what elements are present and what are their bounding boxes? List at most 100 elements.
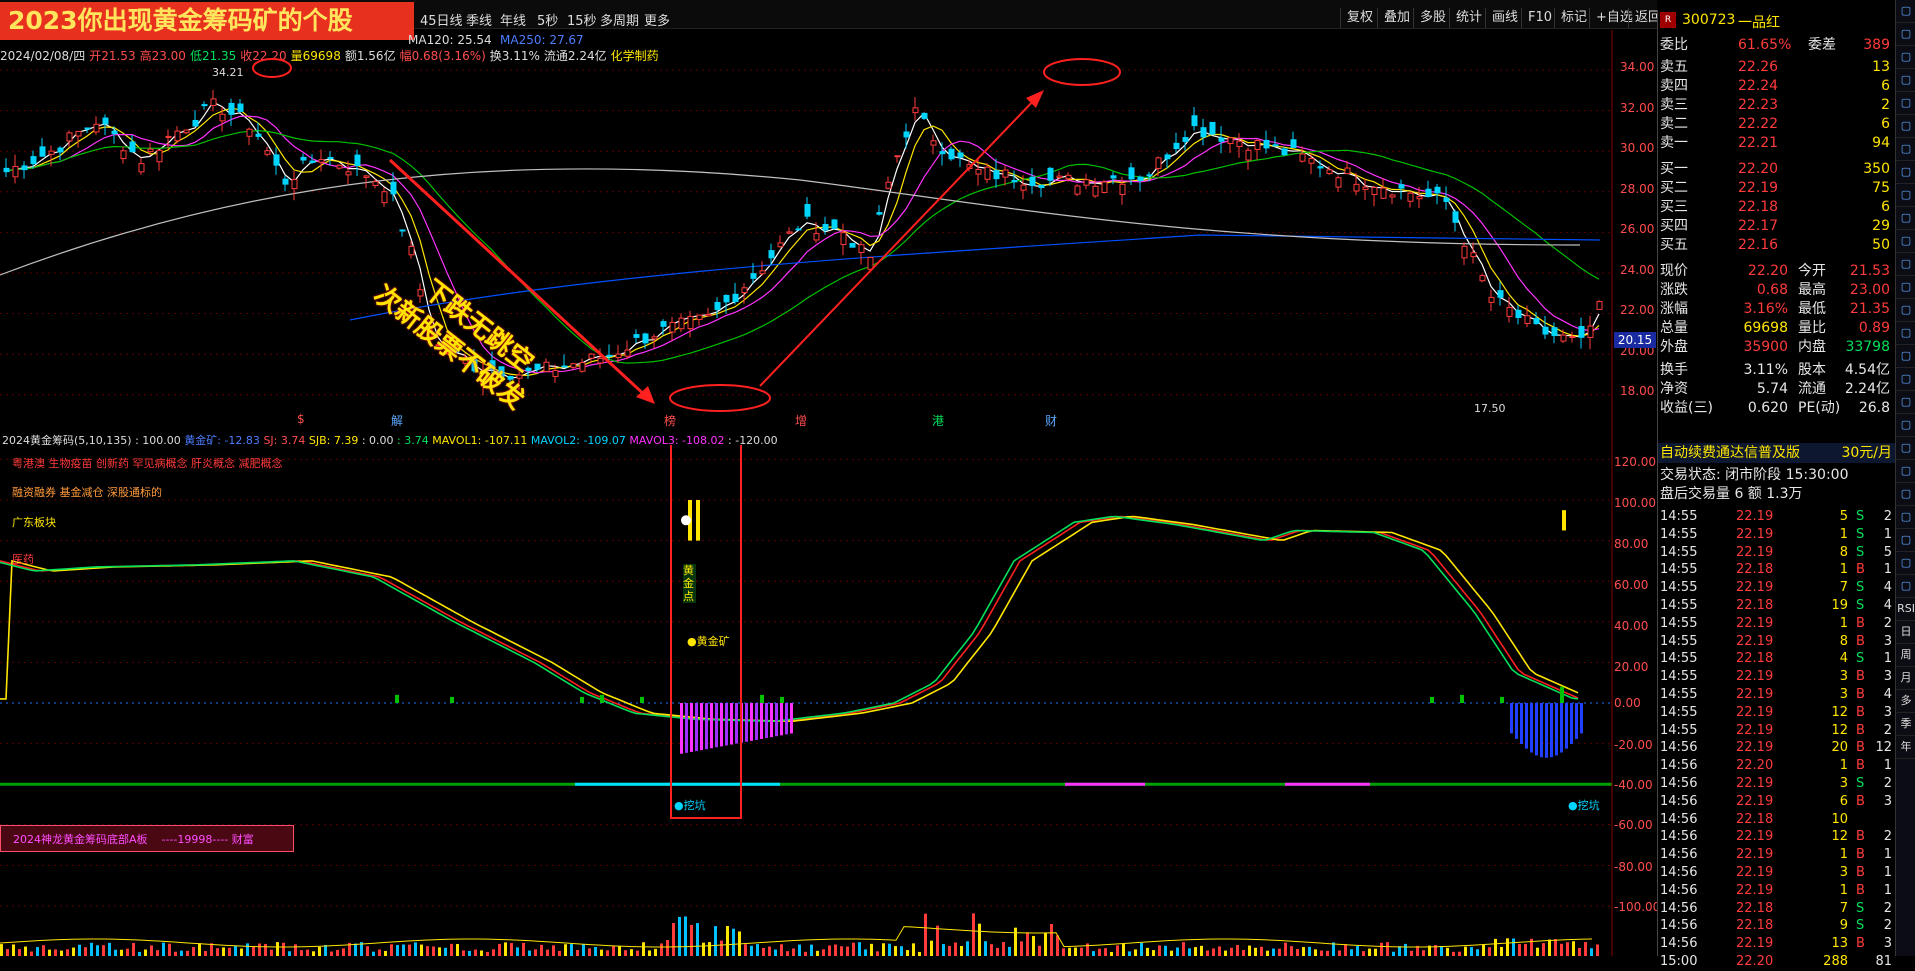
tool-icon[interactable]: ▢	[1896, 299, 1915, 322]
tool-icon[interactable]: ▢	[1896, 0, 1915, 23]
side-tool-3[interactable]: 月	[1896, 667, 1915, 690]
tool-icon[interactable]: ▢	[1896, 345, 1915, 368]
candle-body	[1002, 169, 1009, 178]
ask-4-row[interactable]: 卖四 22.24 6	[1658, 77, 1896, 95]
tool-icon[interactable]: ▢	[1896, 207, 1915, 230]
volume-bar	[198, 943, 201, 956]
volume-bar	[192, 947, 195, 956]
side-tool-2[interactable]: 周	[1896, 644, 1915, 667]
tool-icon[interactable]: ▢	[1896, 575, 1915, 598]
ask-1-volume: 94	[1872, 135, 1890, 151]
tool-icon[interactable]: ▢	[1896, 391, 1915, 414]
tick-count: 1	[1883, 758, 1892, 774]
tool-icon[interactable]: ▢	[1896, 552, 1915, 575]
candle-body	[723, 294, 730, 303]
quote-row: 现价 22.20 今开 21.53	[1658, 262, 1896, 280]
volume-bar	[0, 944, 3, 956]
tool-icon[interactable]: ▢	[1896, 69, 1915, 92]
ask-3-row[interactable]: 卖三 22.23 2	[1658, 96, 1896, 114]
tool-icon[interactable]: ▢	[1896, 115, 1915, 138]
tool-icon[interactable]: ▢	[1896, 184, 1915, 207]
gold-point-label: 黄金点	[683, 564, 696, 603]
event-marker-hk[interactable]: 港	[932, 412, 944, 429]
tool-icon[interactable]: ▢	[1896, 23, 1915, 46]
tick-price: 22.18	[1736, 918, 1774, 934]
side-tool-1[interactable]: 日	[1896, 621, 1915, 644]
tool-icon[interactable]: ▢	[1896, 138, 1915, 161]
ind-label-20: 20.00	[1614, 660, 1649, 674]
volume-bar	[150, 945, 153, 956]
volume-bar	[1296, 948, 1299, 956]
multi-stock-button[interactable]: 多股	[1413, 8, 1452, 28]
tick-row: 14:56 22.19 20 B 12	[1658, 739, 1896, 757]
bid-4-row[interactable]: 买四 22.17 29	[1658, 217, 1896, 235]
tool-icon[interactable]: ▢	[1896, 368, 1915, 391]
candle-body	[1479, 275, 1486, 282]
volume-bar	[1350, 949, 1353, 956]
tool-icon[interactable]: ▢	[1896, 322, 1915, 345]
period-5s[interactable]: 5秒	[537, 10, 558, 29]
tool-icon[interactable]: ▢	[1896, 506, 1915, 529]
period-45day[interactable]: 45日线	[420, 10, 463, 29]
tool-icon[interactable]: ▢	[1896, 483, 1915, 506]
tool-icon[interactable]: ▢	[1896, 92, 1915, 115]
f10-button[interactable]: F10	[1521, 8, 1558, 28]
price-label-28: 28.00	[1620, 182, 1655, 196]
side-tool-0[interactable]: RSI	[1896, 598, 1915, 621]
volume-bar	[708, 942, 711, 956]
volume-bar	[552, 945, 555, 956]
kline-chart[interactable]	[0, 30, 1657, 460]
ask-5-row[interactable]: 卖五 22.26 13	[1658, 58, 1896, 76]
fuquan-button[interactable]: 复权	[1340, 8, 1379, 28]
volume-bar	[216, 948, 219, 956]
period-15s[interactable]: 15秒	[567, 10, 597, 29]
tool-icon[interactable]: ▢	[1896, 437, 1915, 460]
draw-line-button[interactable]: 画线	[1485, 8, 1524, 28]
event-marker-unlock[interactable]: 解	[391, 412, 403, 429]
event-marker-finance[interactable]: 财	[1045, 412, 1057, 429]
volume-bar	[432, 946, 435, 956]
mark-button[interactable]: 标记	[1554, 8, 1593, 28]
candle-body	[813, 233, 820, 241]
tick-time: 14:56	[1660, 847, 1698, 863]
tick-row: 14:55 22.19 8 B 3	[1658, 633, 1896, 651]
event-marker-list[interactable]: 榜	[664, 412, 676, 429]
indicator-bar	[695, 703, 698, 751]
tick-count: 1	[1883, 526, 1892, 542]
tool-icon[interactable]: ▢	[1896, 46, 1915, 69]
side-tool-6[interactable]: 年	[1896, 736, 1915, 759]
period-quarter[interactable]: 季线	[466, 10, 492, 29]
candle-body	[345, 171, 352, 176]
tool-icon[interactable]: ▢	[1896, 230, 1915, 253]
period-more[interactable]: 更多	[644, 10, 670, 29]
promo-bar[interactable]: 自动续费通达信普及版 30元/月	[1658, 443, 1896, 463]
indicator-chart[interactable]	[0, 445, 1657, 956]
tick-time: 14:56	[1660, 936, 1698, 952]
tool-icon[interactable]: ▢	[1896, 529, 1915, 552]
overlay-button[interactable]: 叠加	[1377, 8, 1416, 28]
bid-5-row[interactable]: 买五 22.16 50	[1658, 236, 1896, 254]
tool-icon[interactable]: ▢	[1896, 253, 1915, 276]
side-tool-5[interactable]: 季	[1896, 713, 1915, 736]
bid-1-row[interactable]: 买一 22.20 350	[1658, 160, 1896, 178]
bid-3-row[interactable]: 买三 22.18 6	[1658, 198, 1896, 216]
period-multi[interactable]: 多周期	[600, 10, 639, 29]
volume-bar	[1056, 935, 1059, 956]
tool-icon[interactable]: ▢	[1896, 276, 1915, 299]
event-marker-dollar[interactable]: $	[297, 412, 305, 426]
side-tool-4[interactable]: 多	[1896, 690, 1915, 713]
candle-body	[687, 315, 694, 330]
ma60-line	[5, 129, 1600, 364]
ask-1-row[interactable]: 卖一 22.21 94	[1658, 134, 1896, 152]
tool-icon[interactable]: ▢	[1896, 161, 1915, 184]
quote-label: 换手	[1660, 362, 1688, 378]
event-marker-increase[interactable]: 增	[795, 412, 807, 429]
ask-2-row[interactable]: 卖二 22.22 6	[1658, 115, 1896, 133]
bid-2-row[interactable]: 买二 22.19 75	[1658, 179, 1896, 197]
tool-icon[interactable]: ▢	[1896, 460, 1915, 483]
tick-time: 14:55	[1660, 722, 1698, 738]
tool-icon[interactable]: ▢	[1896, 414, 1915, 437]
period-year[interactable]: 年线	[500, 10, 526, 29]
candle-body	[696, 314, 703, 320]
stats-button[interactable]: 统计	[1449, 8, 1488, 28]
